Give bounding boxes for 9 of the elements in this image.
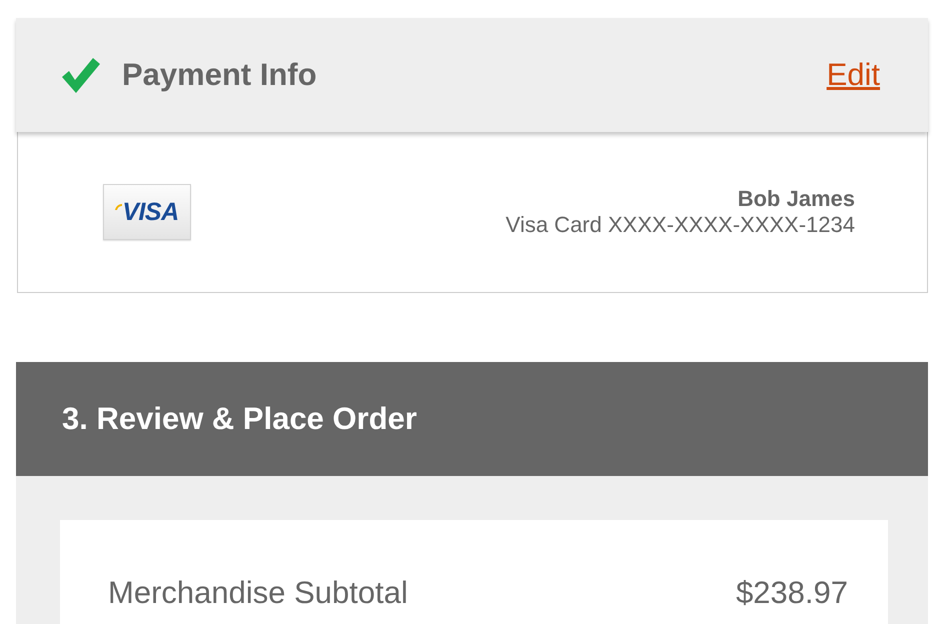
summary-amount: $238.97 <box>736 575 848 611</box>
card-number-text: Visa Card XXXX-XXXX-XXXX-1234 <box>506 212 855 238</box>
swoosh-icon <box>115 204 122 210</box>
edit-link[interactable]: Edit <box>826 57 880 93</box>
section-title: 3. Review & Place Order <box>62 401 417 437</box>
cardholder-name: Bob James <box>736 186 855 212</box>
section-title: Payment Info <box>122 57 317 93</box>
card-brand-text: VISA <box>122 198 179 226</box>
summary-label: Merchandise Subtotal <box>108 575 408 611</box>
